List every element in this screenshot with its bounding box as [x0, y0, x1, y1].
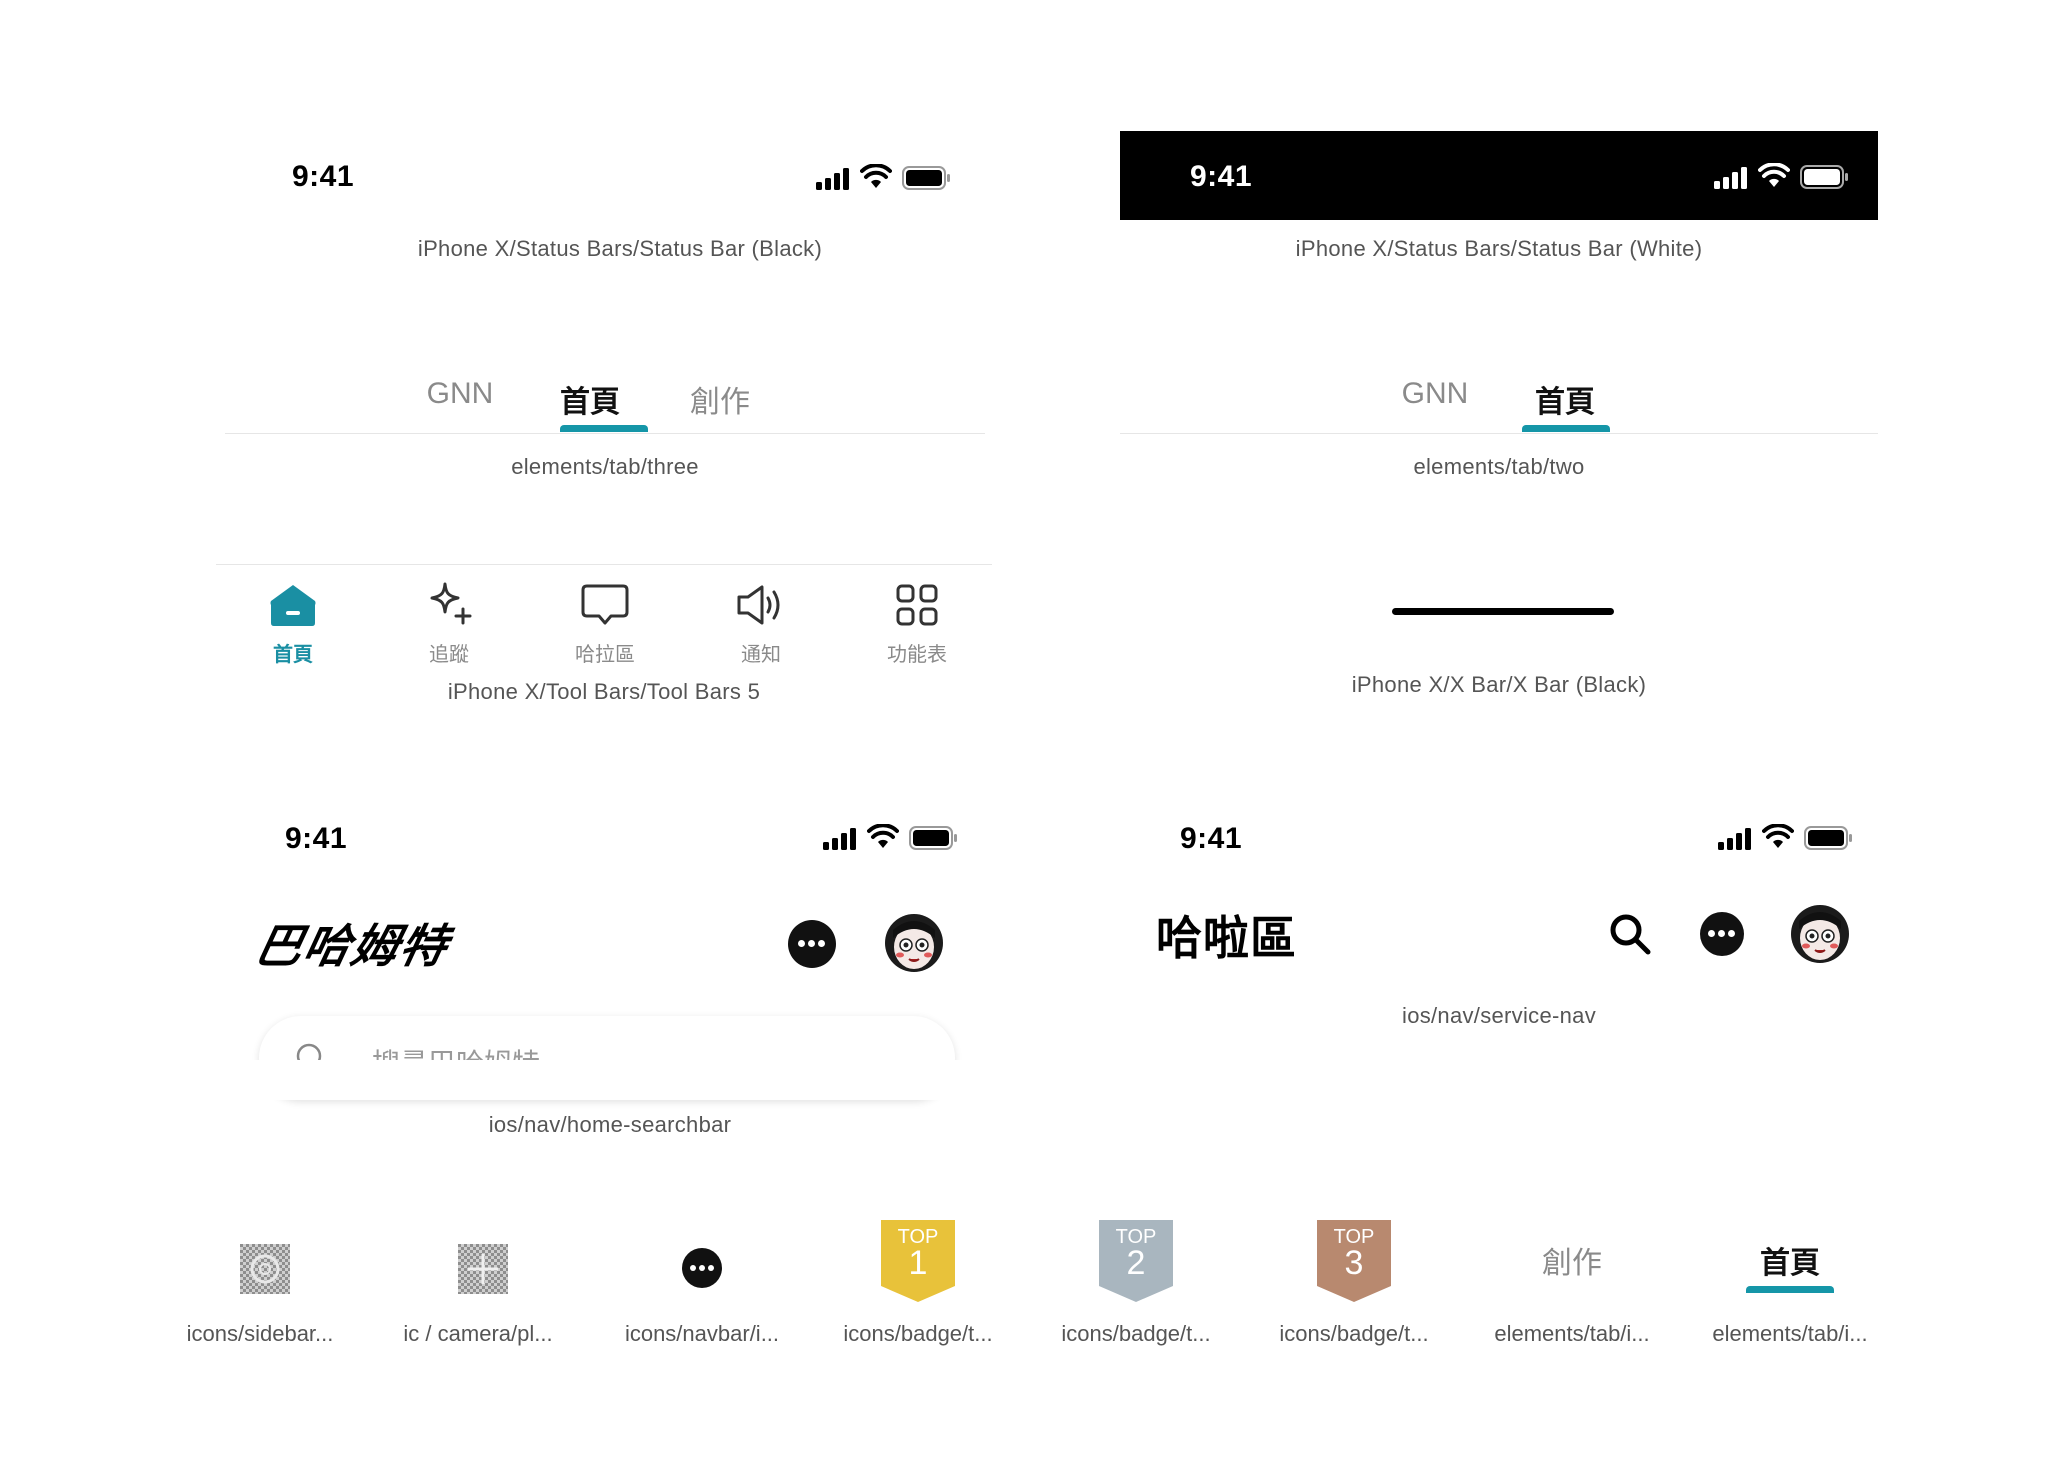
signal-icon: [823, 828, 856, 850]
bahamut-logo[interactable]: 巴哈姆特: [250, 910, 456, 976]
avatar[interactable]: [883, 912, 945, 974]
tab-gnn[interactable]: GNN: [1380, 377, 1490, 411]
status-time: 9:41: [1190, 160, 1253, 193]
component-caption: icons/badge/t...: [843, 1321, 993, 1346]
battery-icon: [909, 826, 957, 850]
x-bar-caption: iPhone X/X Bar/X Bar (Black): [1351, 672, 1647, 697]
tab-three-caption: elements/tab/three: [511, 454, 699, 479]
tab-active-indicator: [560, 425, 648, 432]
status-bar-black-caption: iPhone X/Status Bars/Status Bar (Black): [417, 236, 823, 261]
signal-icon: [1714, 167, 1747, 189]
tool-item-label: 功能表: [887, 644, 947, 666]
battery-icon: [902, 166, 950, 190]
messages-button[interactable]: [788, 920, 836, 968]
component-caption: elements/tab/i...: [1712, 1321, 1868, 1346]
home-indicator-bar: [1392, 608, 1614, 615]
gear-placeholder-icon: [240, 1244, 290, 1294]
component-caption: icons/sidebar...: [186, 1321, 334, 1346]
component-caption: icons/badge/t...: [1061, 1321, 1211, 1346]
grid-icon: [896, 584, 938, 626]
battery-icon: [1800, 165, 1848, 189]
ellipsis-icon: [798, 940, 826, 948]
home-icon: [270, 585, 316, 626]
signal-icon: [1718, 828, 1751, 850]
tool-bar: 首頁 追蹤 哈拉區 通知 功能表: [216, 565, 992, 675]
tab-gnn[interactable]: GNN: [405, 377, 515, 411]
search-bar-fade: [245, 1060, 975, 1100]
avatar[interactable]: [1789, 903, 1851, 965]
page-title: 哈啦區: [1156, 912, 1297, 964]
home-searchbar-caption: ios/nav/home-searchbar: [488, 1112, 732, 1137]
status-bar-white-caption: iPhone X/Status Bars/Status Bar (White): [1295, 236, 1703, 261]
wifi-icon: [860, 164, 892, 188]
search-icon[interactable]: [1608, 912, 1652, 956]
tab-active-indicator: [1522, 425, 1610, 432]
service-nav-caption: ios/nav/service-nav: [1402, 1003, 1596, 1028]
tool-item-home[interactable]: 首頁: [243, 565, 343, 675]
status-time: 9:41: [1180, 822, 1243, 855]
tab-bar-three: GNN 首頁 創作: [225, 365, 985, 435]
status-bar-white: 9:41: [1120, 131, 1878, 220]
tool-item-forum[interactable]: 哈拉區: [555, 565, 655, 675]
service-nav: 9:41 哈啦區: [1150, 810, 1870, 970]
tab-bar-two: GNN 首頁: [1120, 365, 1878, 435]
wifi-icon: [867, 824, 899, 848]
component-caption: ic / camera/pl...: [403, 1321, 553, 1346]
tool-item-menu[interactable]: 功能表: [867, 565, 967, 675]
battery-icon: [1804, 826, 1852, 850]
badge-top-3: TOP 3: [1317, 1220, 1391, 1302]
component-caption: icons/badge/t...: [1279, 1321, 1429, 1346]
badge-number: 3: [1344, 1244, 1364, 1282]
badge-number: 2: [1126, 1244, 1146, 1282]
ellipsis-icon: [1708, 930, 1736, 938]
tool-item-label: 追蹤: [429, 644, 469, 666]
camera-placeholder-icon: [458, 1244, 508, 1294]
signal-icon: [816, 168, 849, 190]
tab-home[interactable]: 首頁: [535, 377, 645, 421]
tab-active-sample[interactable]: 首頁: [1735, 1238, 1845, 1282]
status-bar-black: 9:41: [270, 150, 970, 210]
wifi-icon: [1758, 163, 1790, 187]
sparkle-plus-icon: [430, 582, 472, 625]
badge-top-2: TOP 2: [1099, 1220, 1173, 1302]
tab-two-caption: elements/tab/two: [1413, 454, 1585, 479]
messages-button[interactable]: [1700, 912, 1744, 956]
tab-home[interactable]: 首頁: [1510, 377, 1620, 421]
tool-item-label: 首頁: [273, 644, 313, 666]
tab-inactive-sample[interactable]: 創作: [1517, 1238, 1627, 1282]
chat-bubble-icon: [581, 584, 629, 625]
component-caption: elements/tab/i...: [1494, 1321, 1650, 1346]
chat-icon: [682, 1248, 722, 1288]
badge-top-1: TOP 1: [881, 1220, 955, 1302]
tab-create[interactable]: 創作: [665, 377, 775, 421]
speaker-icon: [737, 585, 780, 625]
home-searchbar-nav: 9:41 巴哈姆特: [245, 810, 975, 1100]
tab-divider: [225, 433, 985, 434]
tool-item-follow[interactable]: 追蹤: [399, 565, 499, 675]
status-time: 9:41: [292, 160, 355, 193]
tab-active-indicator: [1746, 1286, 1834, 1293]
tool-item-label: 哈拉區: [575, 644, 635, 666]
tab-divider: [1120, 433, 1878, 434]
tool-bar-caption: iPhone X/Tool Bars/Tool Bars 5: [447, 679, 761, 704]
component-caption: icons/navbar/i...: [624, 1321, 780, 1346]
badge-number: 1: [908, 1244, 928, 1282]
wifi-icon: [1762, 824, 1794, 848]
tool-item-notify[interactable]: 通知: [711, 565, 811, 675]
tool-item-label: 通知: [741, 644, 781, 666]
status-time: 9:41: [285, 822, 348, 855]
